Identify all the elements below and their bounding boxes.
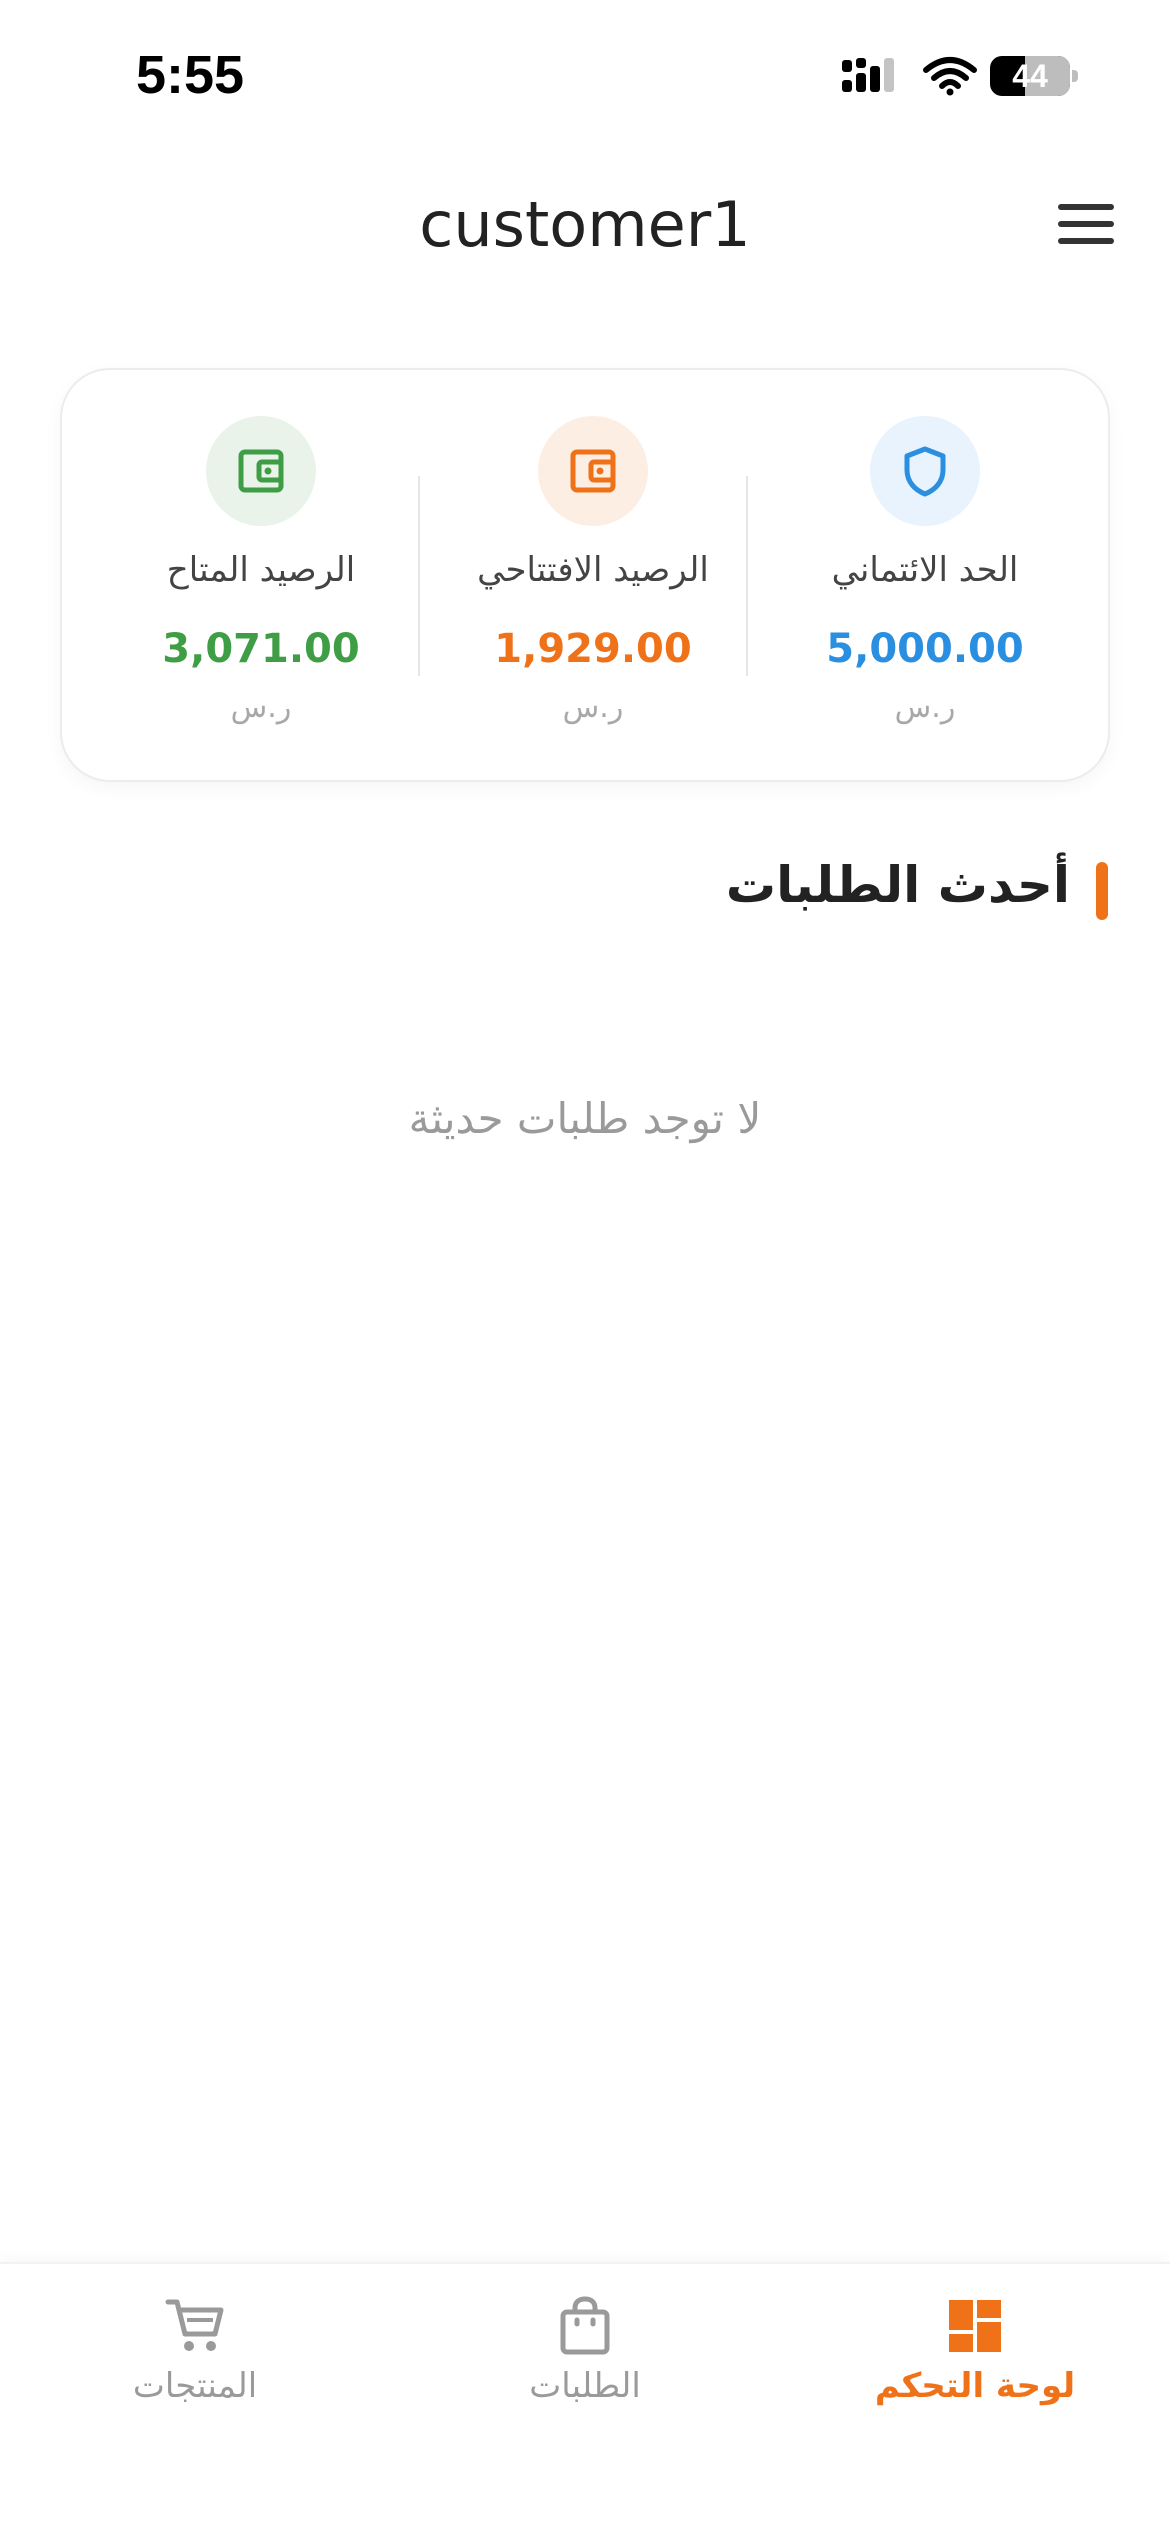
app-header: customer1 [0, 150, 1170, 300]
page-title: customer1 [419, 188, 751, 261]
balance-summary-card: الحد الائتماني 5,000.00 ر.س الرصيد الافت… [60, 368, 1110, 782]
nav-item-dashboard[interactable]: لوحة التحكم [780, 2264, 1170, 2464]
available-balance-icon-circle [206, 416, 316, 526]
nav-label-dashboard: لوحة التحكم [874, 2366, 1076, 2406]
status-time: 5:55 [136, 45, 245, 105]
battery-tip [1072, 70, 1078, 82]
opening-balance-currency: ر.س [562, 690, 624, 725]
credit-limit-currency: ر.س [894, 690, 956, 725]
dashboard-icon [949, 2300, 1001, 2352]
section-accent-bar [1096, 862, 1108, 920]
app-screen: 5:55 44 customer1 الحد الائتماني 5,000.0… [0, 0, 1170, 2532]
bottom-navigation: لوحة التحكم الطلبات المنتجات [0, 2262, 1170, 2532]
hamburger-menu-icon[interactable] [1058, 202, 1114, 246]
recent-orders-heading: أحدث الطلبات [408, 852, 1108, 932]
available-balance-stat: الرصيد المتاح 3,071.00 ر.س [111, 370, 411, 780]
nav-item-orders[interactable]: الطلبات [390, 2264, 780, 2464]
nav-item-products[interactable]: المنتجات [0, 2264, 390, 2464]
shopping-bag-icon [560, 2296, 610, 2355]
shield-icon [904, 446, 946, 497]
nav-label-products: المنتجات [132, 2366, 258, 2406]
stat-divider [746, 476, 748, 676]
status-icons: 44 [840, 54, 1090, 104]
wallet-icon [238, 449, 284, 493]
opening-balance-icon-circle [538, 416, 648, 526]
recent-orders-title: أحدث الطلبات [725, 856, 1070, 914]
credit-limit-value: 5,000.00 [826, 626, 1024, 672]
battery-icon: 44 [990, 56, 1070, 96]
credit-limit-icon-circle [870, 416, 980, 526]
opening-balance-stat: الرصيد الافتتاحي 1,929.00 ر.س [443, 370, 743, 780]
stat-divider [418, 476, 420, 676]
empty-orders-message: لا توجد طلبات حديثة [408, 1094, 762, 1143]
opening-balance-label: الرصيد الافتتاحي [477, 550, 709, 590]
opening-balance-value: 1,929.00 [494, 626, 692, 672]
credit-limit-stat: الحد الائتماني 5,000.00 ر.س [775, 370, 1075, 780]
available-balance-label: الرصيد المتاح [166, 550, 356, 590]
available-balance-currency: ر.س [230, 690, 292, 725]
cellular-signal-icon [842, 58, 894, 92]
wifi-icon [923, 57, 977, 96]
credit-limit-label: الحد الائتماني [831, 550, 1019, 590]
battery-level: 44 [1012, 58, 1048, 94]
available-balance-value: 3,071.00 [162, 626, 360, 672]
cart-icon [165, 2299, 224, 2351]
wallet-icon [570, 449, 616, 493]
status-bar: 5:55 44 [0, 0, 1170, 150]
nav-label-orders: الطلبات [529, 2366, 641, 2406]
